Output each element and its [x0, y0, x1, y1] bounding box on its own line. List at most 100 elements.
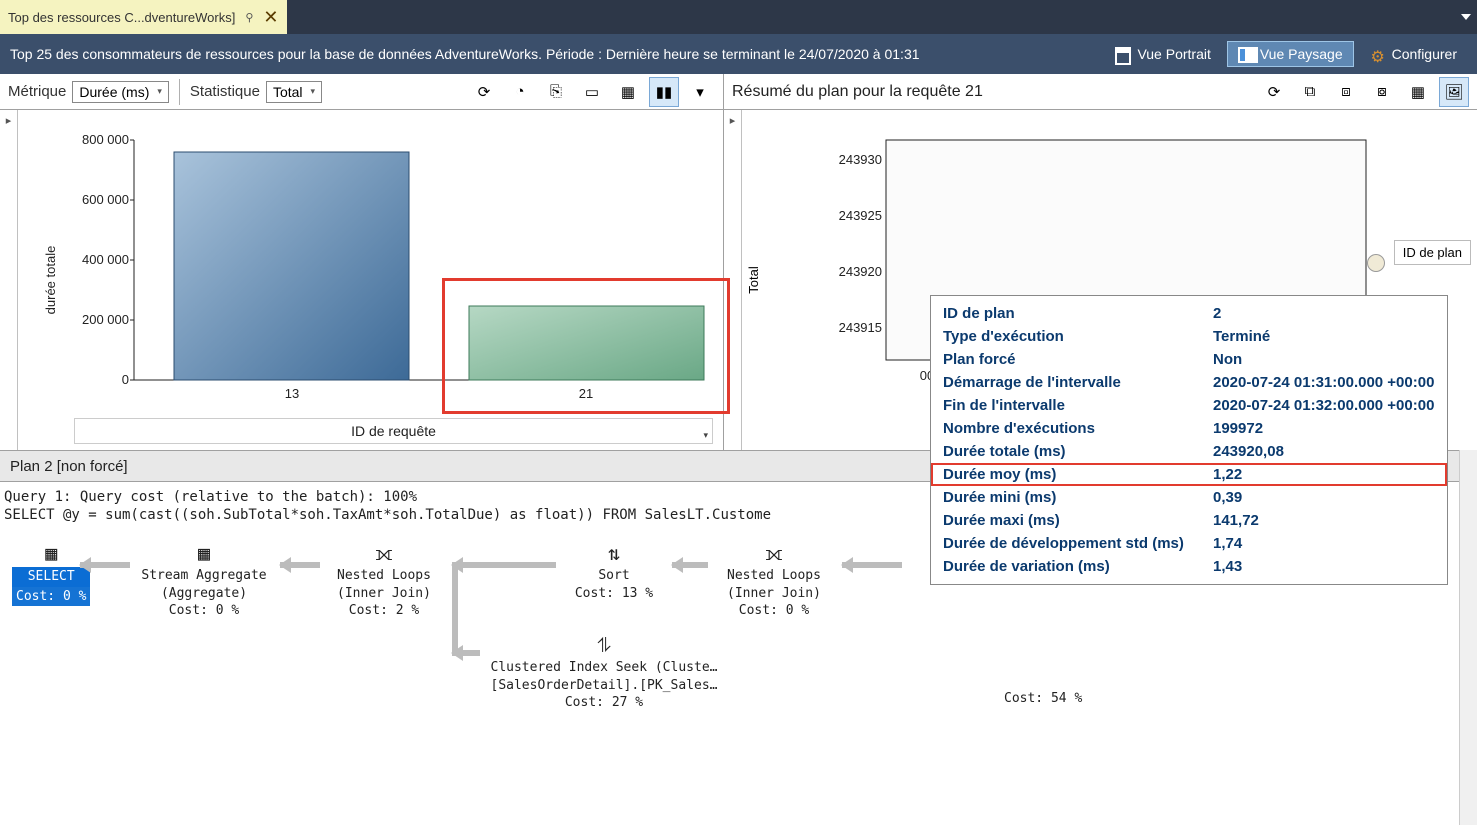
tooltip-value: 2020-07-24 01:31:00.000 +00:00 — [1213, 374, 1435, 391]
stat-select[interactable]: Total ▾ — [266, 81, 322, 103]
plan-query-text: SELECT @y = sum(cast((soh.SubTotal*soh.T… — [4, 507, 771, 523]
tooltip-key: Type d'exécution — [943, 328, 1213, 345]
grid-view-button[interactable]: ▦ — [613, 77, 643, 107]
tooltip-key: Durée mini (ms) — [943, 489, 1213, 506]
chart-r-button[interactable]: 🖼 — [1439, 77, 1469, 107]
plan-arrow — [452, 562, 556, 568]
plan-cost-right: Cost: 54 % — [1004, 690, 1082, 708]
legend-label: ID de plan — [1403, 245, 1462, 260]
tooltip-row: Durée maxi (ms)141,72 — [931, 509, 1447, 532]
vertical-scrollbar[interactable] — [1459, 450, 1477, 825]
tool-a-button[interactable]: ◔ — [505, 77, 535, 107]
caret-icon: ▾ — [157, 86, 162, 97]
tooltip-value: 2 — [1213, 305, 1435, 322]
tooltip-value: Terminé — [1213, 328, 1435, 345]
tooltip-key: Nombre d'exécutions — [943, 420, 1213, 437]
plan-node-sort[interactable]: ⇅ Sort Cost: 13 % — [554, 540, 674, 602]
tooltip-row: Durée moy (ms)1,22 — [931, 463, 1447, 486]
gear-icon — [1370, 47, 1386, 61]
plan-query-cost: Query 1: Query cost (relative to the bat… — [4, 489, 417, 505]
left-chart-panel: ▸ durée totale 0 200 000 400 000 600 000… — [0, 110, 724, 450]
tooltip-key: Durée maxi (ms) — [943, 512, 1213, 529]
plan-node-nested-loops-1[interactable]: ⟗ Nested Loops (Inner Join) Cost: 2 % — [314, 540, 454, 620]
tooltip-value: 1,43 — [1213, 558, 1435, 575]
document-tab[interactable]: Top des ressources C...dventureWorks] ⚲ … — [0, 0, 287, 34]
separator — [179, 79, 180, 105]
left-chart-area[interactable]: durée totale 0 200 000 400 000 600 000 8… — [18, 110, 723, 450]
tooltip-value: Non — [1213, 351, 1435, 368]
left-y-axis-label: durée totale — [43, 246, 58, 315]
tool-r2-button[interactable]: ⧈ — [1331, 77, 1361, 107]
tab-bar-spacer — [287, 0, 1477, 34]
tooltip-row: Durée de développement std (ms)1,74 — [931, 532, 1447, 555]
tick: 243915 — [839, 320, 882, 335]
refresh-r-button[interactable]: ⟳ — [1259, 77, 1289, 107]
right-y-axis-label: Total — [746, 266, 761, 293]
left-x-axis-label[interactable]: ID de requête ▾ — [74, 418, 713, 444]
tick: 243920 — [839, 264, 882, 279]
plan-arrow — [280, 562, 320, 568]
tick: 800 000 — [82, 132, 129, 147]
tick: 243925 — [839, 208, 882, 223]
tooltip-key: Fin de l'intervalle — [943, 397, 1213, 414]
collapse-left-button[interactable]: ▸ — [0, 110, 18, 450]
tool-c-button[interactable]: ▭ — [577, 77, 607, 107]
caret-icon: ▾ — [311, 86, 316, 97]
chart-view-button[interactable]: ▮▮ — [649, 77, 679, 107]
tooltip-row: Durée mini (ms)0,39 — [931, 486, 1447, 509]
grid-r-button[interactable]: ▦ — [1403, 77, 1433, 107]
metrique-label: Métrique — [8, 83, 66, 100]
view-buttons: Vue Portrait Vue Paysage Configurer — [1105, 41, 1467, 67]
page-header: Top 25 des consommateurs de ressources p… — [0, 34, 1477, 74]
tick: 0 — [122, 372, 129, 387]
aggregate-icon: ▦ — [124, 540, 284, 567]
tooltip-key: Démarrage de l'intervalle — [943, 374, 1213, 391]
more-button[interactable]: ▾ — [685, 77, 715, 107]
plan-node-nested-loops-2[interactable]: ⟗ Nested Loops (Inner Join) Cost: 0 % — [704, 540, 844, 620]
refresh-button[interactable]: ⟳ — [469, 77, 499, 107]
bar-13[interactable] — [174, 152, 409, 380]
view-portrait-label: Vue Portrait — [1137, 46, 1210, 62]
select-cost: Cost: 0 % — [12, 587, 90, 607]
legend-box: ID de plan — [1394, 240, 1471, 265]
tick: 200 000 — [82, 312, 129, 327]
tool-r1-button[interactable]: ⧉ — [1295, 77, 1325, 107]
pin-icon[interactable]: ⚲ — [245, 11, 253, 24]
tick: 243930 — [839, 152, 882, 167]
tooltip-value: 1,74 — [1213, 535, 1435, 552]
tooltip-row: Plan forcéNon — [931, 348, 1447, 371]
tooltip-row: Durée de variation (ms)1,43 — [931, 555, 1447, 578]
close-icon[interactable]: ✕ — [263, 7, 278, 28]
plan-arrow — [80, 562, 130, 568]
tooltip-key: Durée de développement std (ms) — [943, 535, 1213, 552]
left-toolbar: Métrique Durée (ms) ▾ Statistique Total … — [0, 74, 724, 109]
plan-point[interactable] — [1367, 254, 1385, 272]
collapse-right-button[interactable]: ▸ — [724, 110, 742, 450]
highlight-box — [442, 278, 730, 414]
tick: 600 000 — [82, 192, 129, 207]
tooltip-value: 243920,08 — [1213, 443, 1435, 460]
plan-arrow — [452, 650, 480, 656]
plan-arrow — [452, 562, 458, 652]
tooltip-key: Durée moy (ms) — [943, 466, 1213, 483]
tab-bar: Top des ressources C...dventureWorks] ⚲ … — [0, 0, 1477, 34]
view-paysage-button[interactable]: Vue Paysage — [1227, 41, 1354, 67]
metrique-select[interactable]: Durée (ms) ▾ — [72, 81, 169, 103]
configurer-button[interactable]: Configurer — [1360, 42, 1467, 66]
tooltip-value: 199972 — [1213, 420, 1435, 437]
plan-node-select[interactable]: ▦ SELECT Cost: 0 % — [12, 540, 90, 606]
configurer-label: Configurer — [1392, 46, 1457, 62]
plan-node-clustered-index-seek[interactable]: ⥮ Clustered Index Seek (Cluste… [SalesOr… — [474, 632, 734, 712]
plan-node-stream-aggregate[interactable]: ▦ Stream Aggregate (Aggregate) Cost: 0 % — [124, 540, 284, 620]
tool-b-button[interactable]: ⎘ — [541, 77, 571, 107]
tool-r3-button[interactable]: ⧇ — [1367, 77, 1397, 107]
view-portrait-button[interactable]: Vue Portrait — [1105, 42, 1220, 66]
tab-title: Top des ressources C...dventureWorks] — [8, 10, 235, 25]
tooltip-value: 141,72 — [1213, 512, 1435, 529]
tab-overflow-icon[interactable] — [1461, 14, 1471, 20]
sort-icon: ⇅ — [554, 540, 674, 567]
seek-icon: ⥮ — [474, 632, 734, 659]
join-icon: ⟗ — [314, 540, 454, 567]
caret-icon: ▾ — [703, 430, 708, 441]
tooltip-row: Durée totale (ms)243920,08 — [931, 440, 1447, 463]
